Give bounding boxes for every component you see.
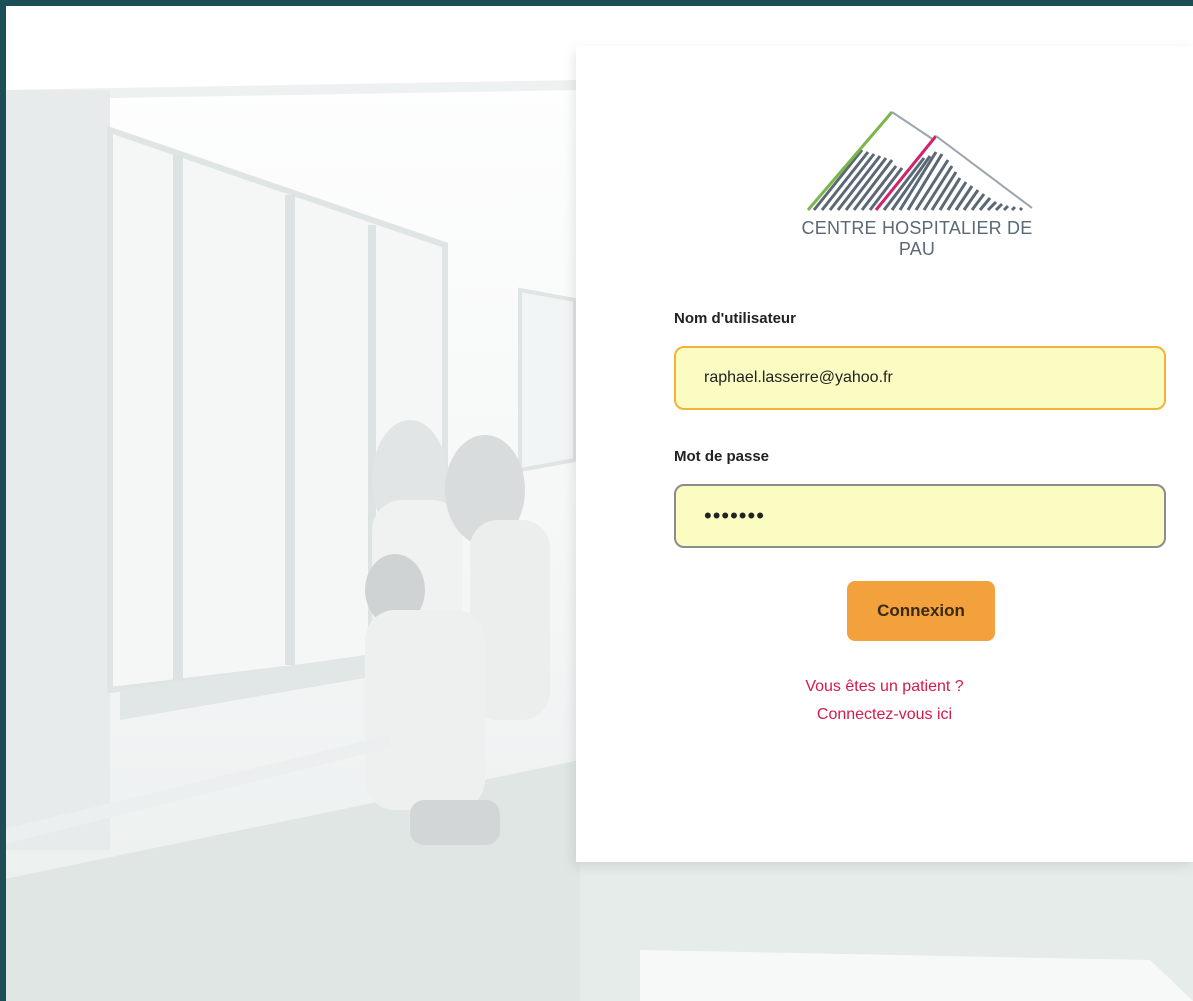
patient-login-link[interactable]: Connectez-vous ici [576, 706, 1193, 724]
hospital-logo: CENTRE HOSPITALIER DE PAU [784, 110, 1050, 259]
mountain-logo-icon [806, 111, 1033, 212]
hospital-name: CENTRE HOSPITALIER DE PAU [801, 218, 1033, 259]
password-input[interactable]: ••••••• [674, 484, 1166, 548]
username-input[interactable]: raphael.lasserre@yahoo.fr [674, 346, 1166, 410]
login-card: CENTRE HOSPITALIER DE PAU Nom d'utilisat… [576, 46, 1193, 862]
password-label: Mot de passe [674, 448, 770, 465]
patient-question-link[interactable]: Vous êtes un patient ? [576, 678, 1193, 696]
login-button[interactable]: Connexion [847, 581, 995, 641]
password-masked-value: ••••••• [704, 503, 765, 528]
username-label: Nom d'utilisateur [674, 310, 796, 327]
username-value: raphael.lasserre@yahoo.fr [704, 369, 893, 386]
